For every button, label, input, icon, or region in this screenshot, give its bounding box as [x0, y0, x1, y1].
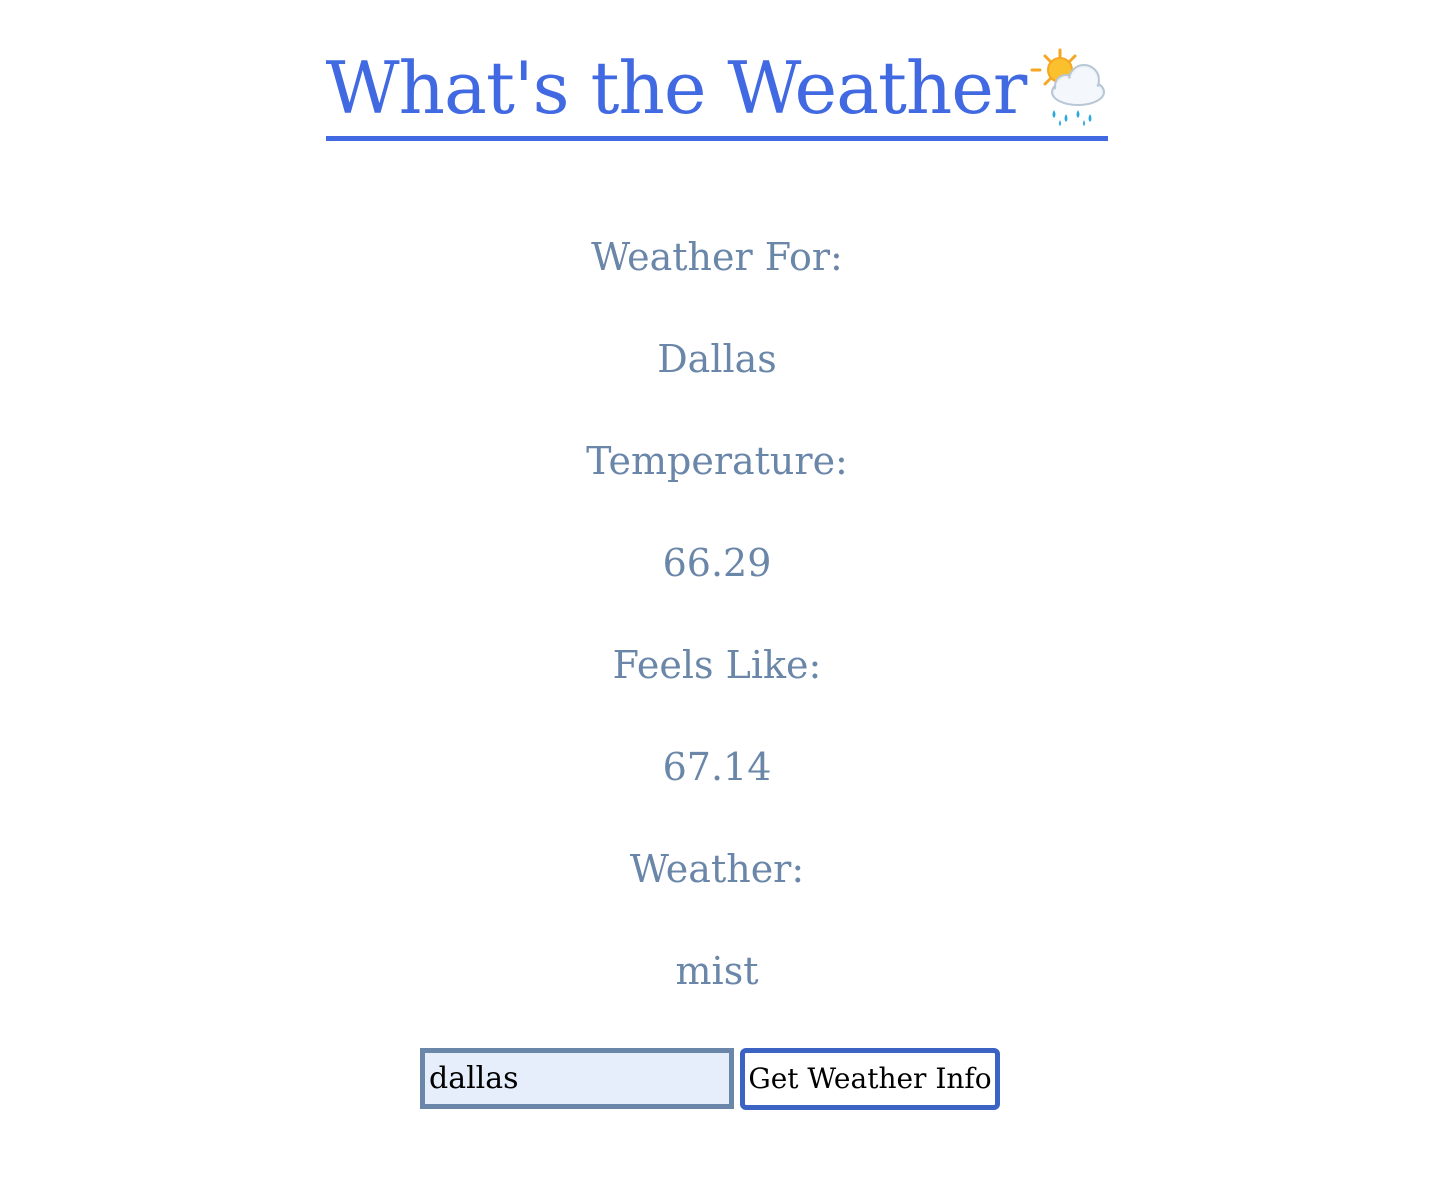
location-value: Dallas: [657, 337, 777, 381]
header: What's the Weather: [0, 40, 1434, 141]
conditions-value: mist: [675, 949, 759, 993]
feels-like-value: 67.14: [662, 745, 772, 789]
sun-behind-rain-cloud-icon: [1030, 48, 1106, 126]
location-label: Weather For:: [591, 235, 843, 279]
temperature-label: Temperature:: [586, 439, 848, 483]
weather-app: What's the Weather Weather For: Dallas T…: [0, 0, 1434, 1188]
feels-like-label: Feels Like:: [612, 643, 822, 687]
get-weather-info-button[interactable]: Get Weather Info: [740, 1048, 1000, 1110]
page-title-text: What's the Weather: [325, 46, 1028, 130]
weather-search-form: Get Weather Info: [420, 1048, 1000, 1110]
conditions-label: Weather:: [629, 847, 805, 891]
temperature-value: 66.29: [662, 541, 772, 585]
city-input[interactable]: [420, 1048, 734, 1109]
page-title: What's the Weather: [325, 40, 1109, 141]
